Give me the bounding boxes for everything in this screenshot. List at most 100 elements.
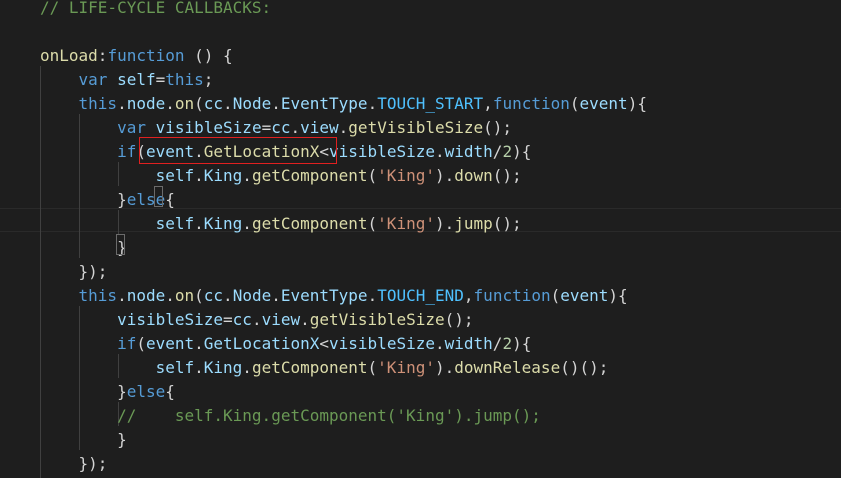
code-token: ()(); [560, 358, 609, 377]
code-token: width [444, 142, 493, 161]
code-token: cc [271, 118, 291, 137]
code-token: function [492, 94, 570, 113]
code-line[interactable]: self.King.getComponent('King').downRelea… [40, 356, 609, 380]
code-token: . [117, 94, 127, 113]
code-token: = [261, 118, 272, 137]
code-token: ( [194, 94, 204, 113]
code-token: (); [492, 214, 522, 233]
code-line[interactable]: this.node.on(cc.Node.EventType.TOUCH_END… [40, 284, 628, 308]
code-token: cc [203, 94, 224, 113]
code-token: if [117, 334, 137, 353]
code-line[interactable]: } [40, 236, 127, 260]
code-line[interactable]: if(event.GetLocationX<visibleSize.width/… [40, 332, 531, 356]
code-line[interactable]: var self=this; [40, 68, 214, 92]
code-token: (); [492, 166, 522, 185]
code-token: Node [232, 286, 272, 305]
code-token: ( [550, 286, 561, 305]
code-token: = [223, 310, 233, 329]
code-token: ( [367, 166, 378, 185]
code-token: . [194, 166, 204, 185]
code-token: : [97, 46, 108, 65]
code-token: ( [569, 94, 580, 113]
code-token: / [492, 142, 503, 161]
code-line[interactable]: onLoad:function () { [40, 44, 233, 68]
code-token: , [483, 94, 493, 113]
code-token: on [174, 94, 195, 113]
code-token: this [78, 286, 118, 305]
code-token: on [174, 286, 195, 305]
code-token: () { [184, 46, 233, 65]
code-token: < [319, 334, 330, 353]
code-token: . [242, 214, 252, 233]
code-token: width [444, 334, 493, 353]
code-token: visibleSize [329, 142, 435, 161]
code-token: view [300, 118, 339, 137]
code-token: King [203, 358, 243, 377]
code-token: Node [232, 94, 272, 113]
code-token: event [145, 334, 195, 353]
code-token: onLoad [40, 46, 98, 65]
code-token: . [242, 358, 252, 377]
code-token: . [367, 286, 378, 305]
code-line[interactable]: self.King.getComponent('King').jump(); [40, 212, 522, 236]
code-token: }); [78, 454, 108, 473]
code-token: } [117, 190, 127, 209]
code-token: . [165, 286, 175, 305]
code-token: TOUCH_START [377, 94, 484, 113]
code-token: function [473, 286, 551, 305]
code-token: }); [78, 262, 108, 281]
code-token: = [155, 70, 166, 89]
code-token: view [261, 310, 301, 329]
code-token: King [203, 166, 243, 185]
code-line[interactable]: this.node.on(cc.Node.EventType.TOUCH_STA… [40, 92, 647, 116]
code-token: function [107, 46, 185, 65]
code-token: getComponent [251, 358, 368, 377]
code-line[interactable]: } [40, 428, 127, 452]
code-token: event [560, 286, 609, 305]
code-token: . [194, 334, 204, 353]
code-token: . [194, 358, 204, 377]
code-line[interactable]: }); [40, 260, 108, 284]
code-token: . [117, 286, 127, 305]
code-token: ). [434, 166, 455, 185]
code-token: self [155, 166, 195, 185]
code-token: / [492, 334, 503, 353]
code-token: ){ [608, 286, 628, 305]
code-token: // LIFE-CYCLE CALLBACKS: [40, 0, 272, 17]
code-line[interactable]: // LIFE-CYCLE CALLBACKS: [40, 0, 271, 20]
code-line[interactable]: // self.King.getComponent('King').jump()… [40, 404, 541, 428]
code-token: . [165, 94, 175, 113]
code-line[interactable]: visibleSize=cc.view.getVisibleSize(); [40, 308, 473, 332]
code-token: getVisibleSize [348, 118, 484, 137]
annotation-highlight-box [139, 137, 337, 164]
code-token: . [434, 334, 445, 353]
code-token: else [126, 382, 166, 401]
code-editor[interactable]: // LIFE-CYCLE CALLBACKS: onLoad:function … [0, 0, 841, 478]
code-token: 'King' [377, 214, 435, 233]
code-token: { [165, 382, 175, 401]
code-line[interactable]: }); [40, 452, 108, 476]
code-token: ( [367, 358, 378, 377]
code-token: , [463, 286, 474, 305]
code-token: this [78, 94, 118, 113]
code-token: this [165, 70, 204, 89]
code-token: visibleSize [117, 310, 224, 329]
code-line[interactable]: }else{ [40, 380, 175, 404]
code-token: self [155, 214, 195, 233]
code-token: node [126, 286, 166, 305]
code-line[interactable]: self.King.getComponent('King').down(); [40, 164, 522, 188]
code-token: // self.King.getComponent('King').jump()… [40, 406, 541, 425]
code-token: node [126, 94, 166, 113]
